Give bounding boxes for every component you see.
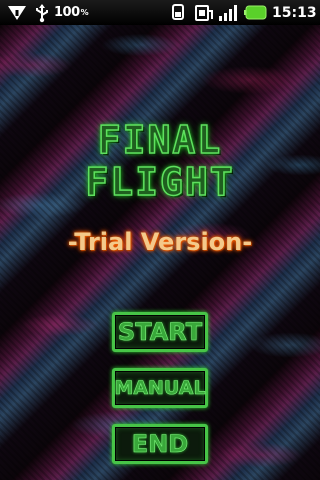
battery-icon	[244, 0, 268, 25]
usb-icon	[32, 0, 52, 25]
game-title-line-2: FLIGHT	[85, 159, 235, 205]
sim-icon	[194, 0, 214, 25]
wifi-icon	[170, 0, 186, 25]
game-title-line-1: FINAL	[97, 117, 223, 163]
percent-sign: %	[80, 8, 89, 17]
manual-button-label: MANUAL	[114, 377, 206, 400]
start-button[interactable]: START	[112, 312, 208, 352]
battery-percent-text: 100	[54, 5, 80, 20]
manual-button[interactable]: MANUAL	[112, 368, 208, 408]
end-button-label: END	[131, 430, 189, 459]
usb-debug-icon	[5, 0, 29, 25]
trial-version-subtitle: -Trial Version-	[67, 228, 253, 256]
signal-icon	[218, 0, 240, 25]
status-bar: 100% 15:13	[0, 0, 320, 25]
start-button-label: START	[117, 318, 203, 347]
end-button[interactable]: END	[112, 424, 208, 464]
clock: 15:13	[272, 4, 317, 21]
battery-percent-icon: 100%	[54, 0, 89, 25]
